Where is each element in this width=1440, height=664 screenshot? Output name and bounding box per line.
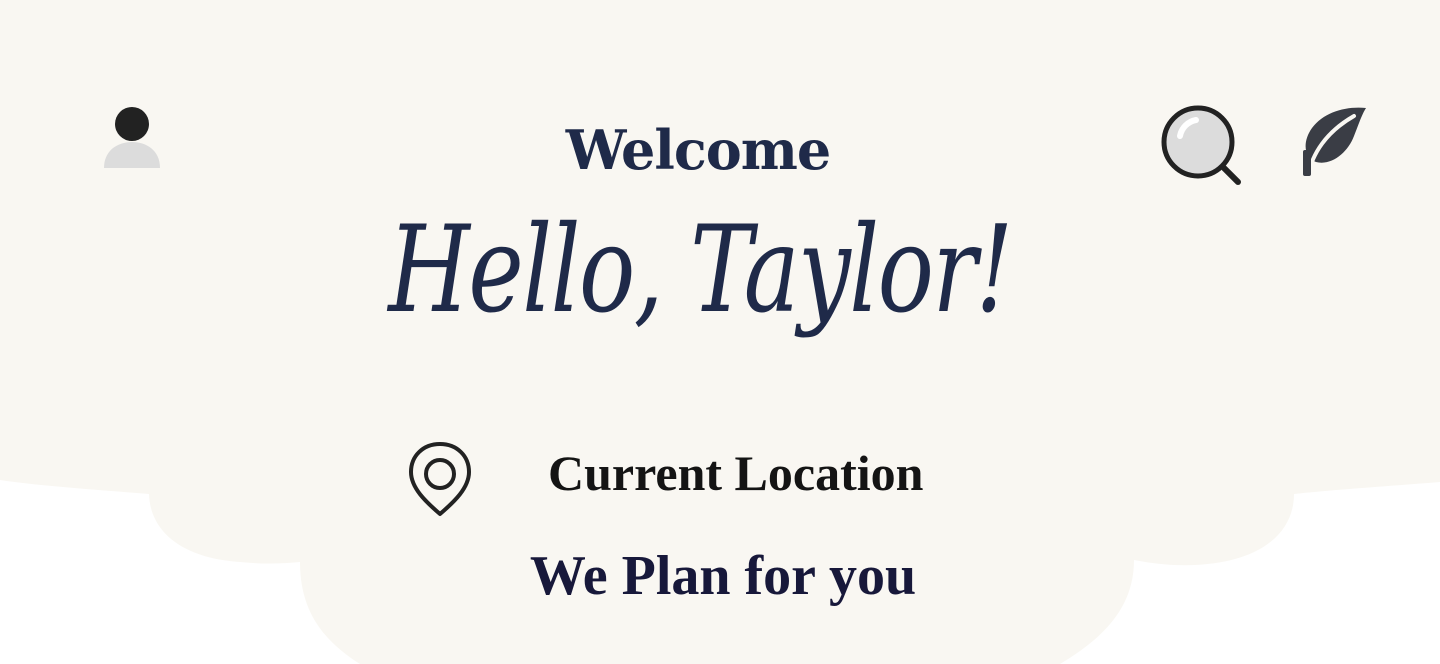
tagline-heading: We Plan for you	[529, 545, 917, 607]
search-icon[interactable]	[1160, 104, 1246, 190]
leaf-icon[interactable]	[1296, 102, 1372, 182]
location-pin-icon	[409, 442, 471, 516]
current-location-row[interactable]: Current Location	[400, 440, 960, 520]
greeting-heading: Hello, Taylor!	[388, 201, 1013, 340]
current-location-label: Current Location	[548, 445, 924, 501]
home-screen: Welcome Hello, Taylor! Current Location …	[0, 0, 1440, 664]
